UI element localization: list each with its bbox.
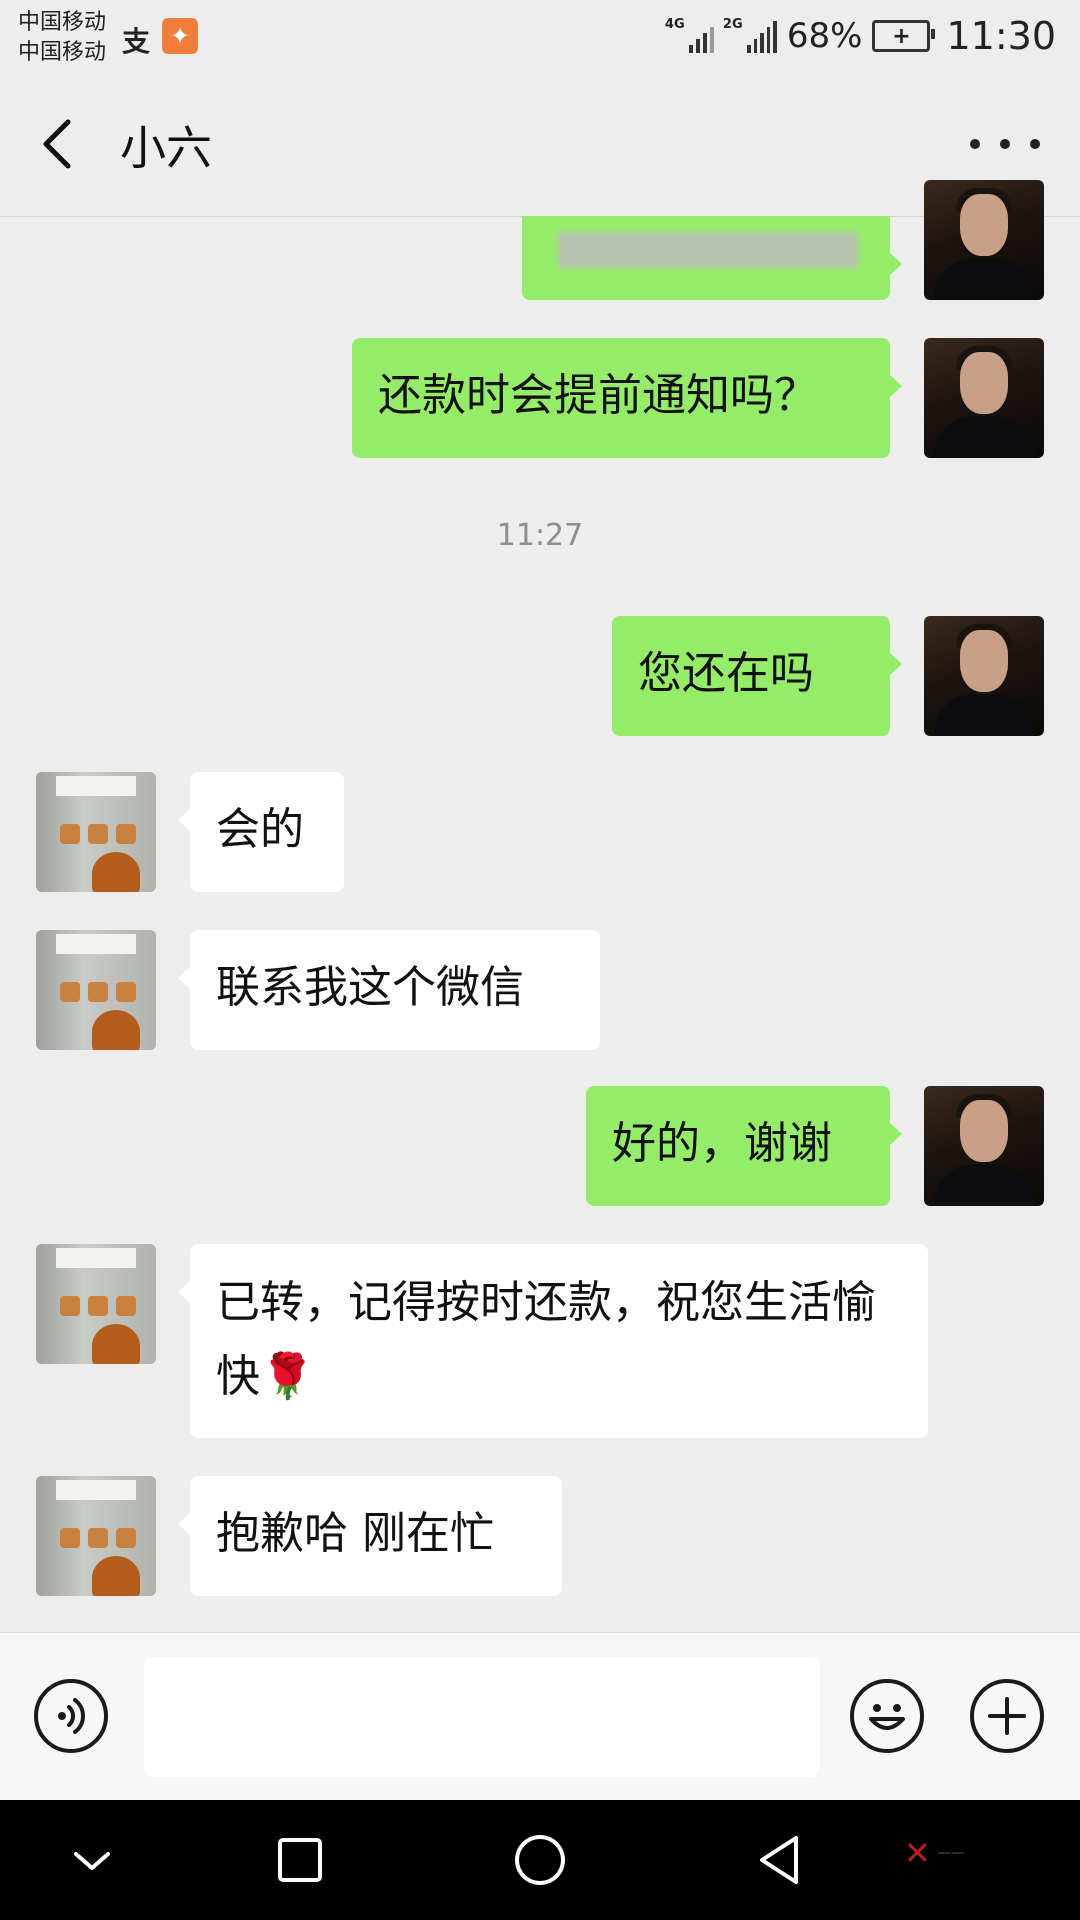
carrier-1: 中国移动 bbox=[18, 10, 107, 35]
back-arrow-icon[interactable] bbox=[38, 116, 86, 172]
back-triangle-icon[interactable] bbox=[748, 1828, 812, 1892]
recents-square-icon[interactable] bbox=[268, 1828, 332, 1892]
message-text: 联系我这个微信 bbox=[216, 962, 524, 1013]
system-nav-bar: ✕ —— bbox=[0, 1800, 1080, 1920]
message-bubble-sent[interactable] bbox=[522, 216, 902, 300]
contact-avatar[interactable] bbox=[36, 930, 156, 1050]
network-2-label: 2G bbox=[722, 17, 743, 32]
status-indicators: 4G 2G 68% + 11:30 bbox=[664, 14, 1056, 58]
hide-nav-chevron-icon[interactable] bbox=[60, 1828, 124, 1892]
emoji-icon[interactable] bbox=[850, 1679, 924, 1753]
message-text: 您还在吗 bbox=[638, 648, 814, 699]
chat-timestamp: 11:27 bbox=[496, 518, 584, 553]
more-options-icon[interactable] bbox=[970, 126, 1040, 162]
my-avatar[interactable] bbox=[924, 180, 1044, 300]
message-text: 好的，谢谢 bbox=[612, 1118, 832, 1169]
my-avatar[interactable] bbox=[924, 1086, 1044, 1206]
message-bubble-received[interactable]: 已转，记得按时还款，祝您生活愉快🌹 bbox=[178, 1244, 928, 1438]
message-text: 还款时会提前通知吗？ bbox=[378, 370, 818, 421]
signal-icon: 2G bbox=[722, 17, 777, 53]
chat-title: 小六 bbox=[120, 121, 212, 175]
contact-avatar[interactable] bbox=[36, 1244, 156, 1364]
status-time: 11:30 bbox=[946, 14, 1056, 58]
message-bubble-received[interactable]: 抱歉哈 刚在忙 bbox=[178, 1476, 562, 1596]
message-input[interactable] bbox=[144, 1657, 820, 1777]
message-bubble-sent[interactable]: 您还在吗 bbox=[612, 616, 902, 736]
message-text: 抱歉哈 刚在忙 bbox=[216, 1508, 494, 1559]
watermark-logo: ✕ —— bbox=[904, 1834, 965, 1872]
message-bubble-sent[interactable]: 还款时会提前通知吗？ bbox=[352, 338, 902, 458]
voice-input-icon[interactable] bbox=[34, 1679, 108, 1753]
chat-header: 小六 bbox=[0, 72, 1080, 217]
carrier-info: 中国移动 中国移动 bbox=[18, 8, 106, 68]
blurred-content bbox=[558, 232, 858, 268]
kuaishou-icon: ✦ bbox=[162, 18, 198, 54]
contact-avatar[interactable] bbox=[36, 772, 156, 892]
battery-percent: 68% bbox=[786, 16, 863, 56]
message-bubble-received[interactable]: 会的 bbox=[178, 772, 344, 892]
message-bubble-received[interactable]: 联系我这个微信 bbox=[178, 930, 600, 1050]
message-text: 已转，记得按时还款，祝您生活愉快🌹 bbox=[216, 1277, 876, 1402]
signal-icon: 4G bbox=[664, 17, 715, 53]
message-text: 会的 bbox=[216, 804, 304, 855]
status-bar: 中国移动 中国移动 支 ✦ 4G 2G 68% + 11:30 bbox=[0, 0, 1080, 72]
my-avatar[interactable] bbox=[924, 616, 1044, 736]
input-bar bbox=[0, 1632, 1080, 1801]
home-circle-icon[interactable] bbox=[508, 1828, 572, 1892]
network-1-label: 4G bbox=[664, 17, 685, 32]
message-bubble-sent[interactable]: 好的，谢谢 bbox=[586, 1086, 902, 1206]
carrier-2: 中国移动 bbox=[18, 40, 107, 65]
contact-avatar[interactable] bbox=[36, 1476, 156, 1596]
add-more-icon[interactable] bbox=[970, 1679, 1044, 1753]
chat-screen: 中国移动 中国移动 支 ✦ 4G 2G 68% + 11:30 小六 还款时会提… bbox=[0, 0, 1080, 1920]
battery-charging-icon: + bbox=[872, 20, 936, 52]
alipay-icon: 支 bbox=[122, 25, 151, 58]
my-avatar[interactable] bbox=[924, 338, 1044, 458]
